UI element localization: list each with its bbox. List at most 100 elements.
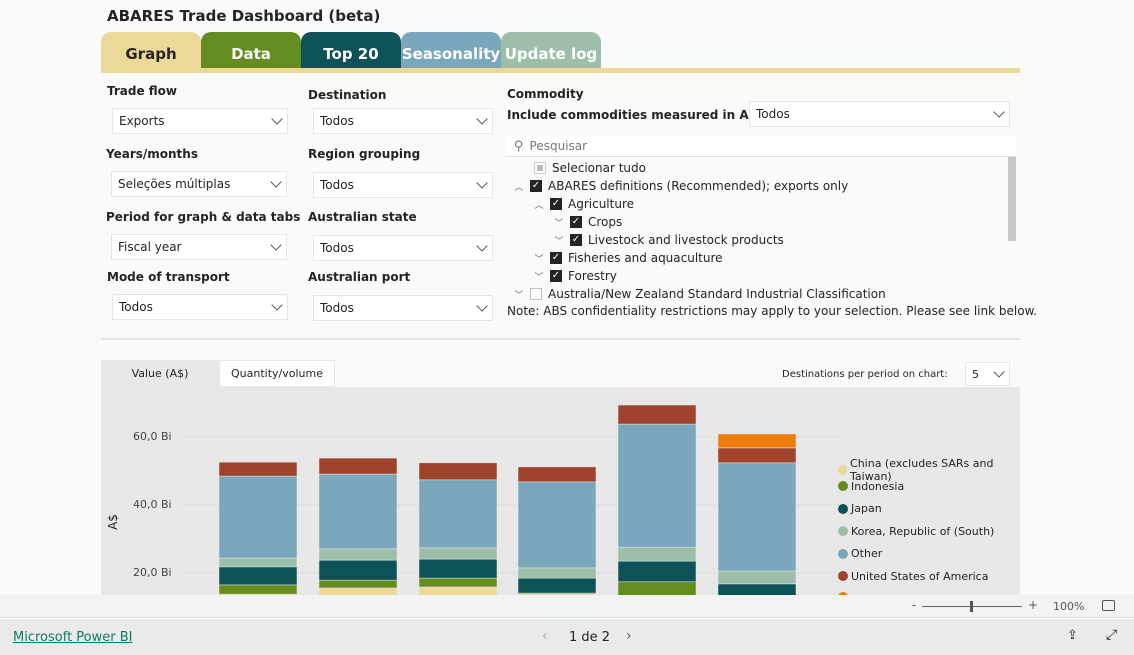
period-dropdown[interactable]: Fiscal year	[111, 234, 287, 260]
bar-segment[interactable]	[318, 579, 398, 589]
tab-value[interactable]: Value (A$)	[101, 360, 219, 387]
chevron-down-icon[interactable]: ﹀	[534, 270, 544, 283]
bar-segment[interactable]	[717, 447, 797, 464]
checkbox[interactable]: ✓	[550, 270, 562, 282]
checkbox[interactable]	[530, 288, 542, 300]
bar-segment[interactable]	[617, 404, 697, 425]
zoom-slider-handle[interactable]	[970, 601, 973, 612]
bar-segment[interactable]	[517, 577, 597, 594]
legend-label: Korea, Republic of (South)	[851, 524, 995, 538]
zoom-out-button[interactable]: -	[912, 598, 916, 612]
divider	[101, 338, 1020, 340]
tree-item[interactable]: ︿ ✓ Agriculture	[534, 195, 634, 213]
checkbox[interactable]: ✓	[530, 180, 542, 192]
checkbox[interactable]	[534, 162, 546, 174]
tab-quantity[interactable]: Quantity/volume	[219, 360, 335, 387]
bar-segment[interactable]	[318, 587, 398, 595]
transport-dropdown[interactable]: Todos	[112, 294, 288, 320]
chevron-down-icon[interactable]: ﹀	[554, 216, 564, 229]
tree-item-label: Agriculture	[568, 197, 634, 211]
tab-label: Value (A$)	[131, 367, 189, 380]
tree-item[interactable]: ﹀ ✓ Fisheries and aquaculture	[534, 249, 722, 267]
bar-segment[interactable]	[318, 457, 398, 475]
bar-segment[interactable]	[418, 547, 498, 560]
bar-segment[interactable]	[418, 586, 498, 595]
tree-item-select-all[interactable]: Selecionar tudo	[534, 159, 646, 177]
period-label: Period for graph & data tabs	[106, 210, 301, 224]
bar-segment[interactable]	[717, 583, 797, 595]
bar-segment[interactable]	[418, 479, 498, 549]
tree-item[interactable]: ﹀ ✓ Forestry	[534, 267, 616, 285]
bar-segment[interactable]	[418, 558, 498, 579]
bar-segment[interactable]	[218, 557, 298, 568]
chevron-up-icon[interactable]: ︿	[534, 198, 544, 211]
bar-segment[interactable]	[717, 462, 797, 572]
commodity-search[interactable]: ⚲ Pesquisar	[506, 136, 1016, 157]
chevron-up-icon[interactable]: ︿	[514, 180, 524, 193]
commodity-tree: Selecionar tudo ︿ ✓ ABARES definitions (Re…	[506, 157, 1016, 303]
bar-segment[interactable]	[617, 423, 697, 548]
destination-dropdown[interactable]: Todos	[313, 108, 493, 134]
port-dropdown[interactable]: Todos	[313, 295, 493, 321]
tree-item[interactable]: ︿ ✓ ABARES definitions (Recommended); expo…	[514, 177, 848, 195]
dest-per-period-dropdown[interactable]: 5	[965, 362, 1010, 386]
tree-scrollbar[interactable]	[1008, 157, 1016, 241]
zoom-in-button[interactable]: +	[1028, 598, 1038, 612]
tab-update-log[interactable]: Update log	[501, 32, 601, 69]
legend-marker	[838, 571, 848, 581]
next-page-button[interactable]: ›	[626, 628, 632, 644]
legend-item[interactable]: United States of America	[838, 570, 988, 583]
trade-flow-dropdown[interactable]: Exports	[112, 108, 288, 134]
bar-segment[interactable]	[517, 481, 597, 569]
bar-segment[interactable]	[418, 462, 498, 481]
years-dropdown[interactable]: Seleções múltiplas	[111, 171, 287, 197]
legend-item[interactable]: Other	[838, 547, 882, 560]
power-bi-link[interactable]: Microsoft Power BI	[13, 630, 132, 645]
chart-area: A$ 20,0 Bi 40,0 Bi 60,0 Bi China (excludes…	[101, 387, 1020, 595]
bar-segment[interactable]	[517, 567, 597, 579]
include-value: Todos	[756, 107, 790, 121]
bar-segment[interactable]	[517, 466, 597, 483]
legend-marker	[838, 526, 848, 536]
bar-segment[interactable]	[617, 546, 697, 562]
chevron-down-icon[interactable]: ﹀	[534, 252, 544, 265]
bar-segment[interactable]	[318, 548, 398, 561]
region-dropdown[interactable]: Todos	[313, 172, 493, 198]
include-dropdown[interactable]: Todos	[749, 101, 1010, 127]
tree-item-label: ABARES definitions (Recommended); export…	[548, 179, 849, 193]
bar-segment[interactable]	[318, 473, 398, 550]
bar-segment[interactable]	[717, 570, 797, 585]
checkbox[interactable]: ✓	[550, 252, 562, 264]
bar-segment[interactable]	[617, 581, 697, 595]
fullscreen-icon[interactable]: ⤢	[1106, 627, 1117, 643]
legend-item[interactable]: Indonesia	[838, 480, 904, 493]
dashboard-title: ABARES Trade Dashboard (beta)	[107, 7, 381, 25]
bar-segment[interactable]	[218, 461, 298, 477]
tree-item[interactable]: ﹀ ✓ Crops	[554, 213, 622, 231]
bar-segment[interactable]	[717, 433, 797, 449]
tab-seasonality[interactable]: Seasonality	[401, 32, 501, 69]
bar-segment[interactable]	[218, 566, 298, 586]
tab-graph[interactable]: Graph	[101, 32, 201, 69]
tab-top-20[interactable]: Top 20	[301, 32, 401, 69]
checkbox[interactable]: ✓	[550, 198, 562, 210]
tree-item[interactable]: ﹀ Australia/New Zealand Standard Industri…	[514, 285, 885, 303]
prev-page-button[interactable]: ‹	[542, 628, 548, 644]
chevron-down-icon[interactable]: ﹀	[554, 234, 564, 247]
bar-segment[interactable]	[617, 560, 697, 583]
bar-segment[interactable]	[218, 584, 298, 595]
bar-segment[interactable]	[218, 475, 298, 559]
tree-item[interactable]: ﹀ ✓ Livestock and livestock products	[554, 231, 783, 249]
fit-to-page-icon[interactable]	[1102, 600, 1115, 611]
state-dropdown[interactable]: Todos	[313, 235, 493, 261]
bar-segment[interactable]	[418, 577, 498, 588]
legend-item[interactable]: Japan	[838, 502, 882, 515]
checkbox[interactable]: ✓	[570, 216, 582, 228]
share-icon[interactable]: ⇪	[1067, 628, 1078, 643]
checkbox[interactable]: ✓	[570, 234, 582, 246]
y-tick-label: 20,0 Bi	[133, 566, 172, 579]
legend-item[interactable]: Korea, Republic of (South)	[838, 525, 994, 538]
tab-data[interactable]: Data	[201, 32, 301, 69]
chevron-down-icon[interactable]: ﹀	[514, 288, 524, 301]
bar-segment[interactable]	[318, 559, 398, 581]
